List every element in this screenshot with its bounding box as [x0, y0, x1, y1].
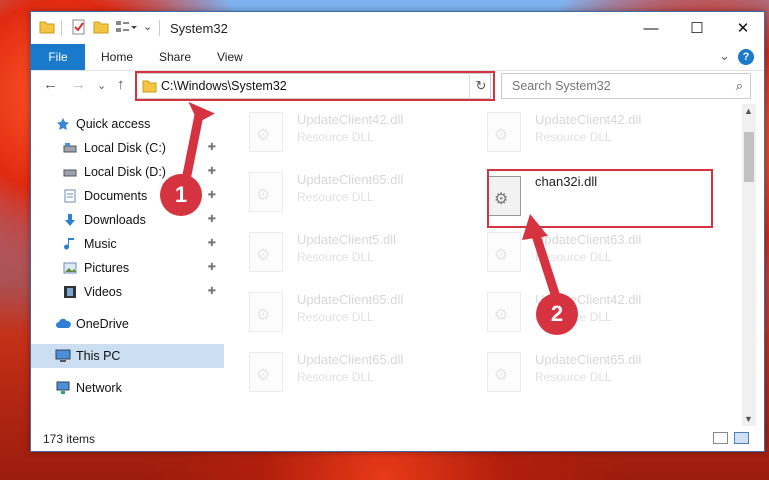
arrow-1-head: [188, 101, 215, 123]
callout-arrows: [180, 101, 561, 299]
step-badge-1: 1: [160, 174, 202, 216]
arrow-2: [530, 230, 561, 299]
step-badge-2: 2: [536, 293, 578, 335]
arrow-2-head: [522, 214, 548, 240]
